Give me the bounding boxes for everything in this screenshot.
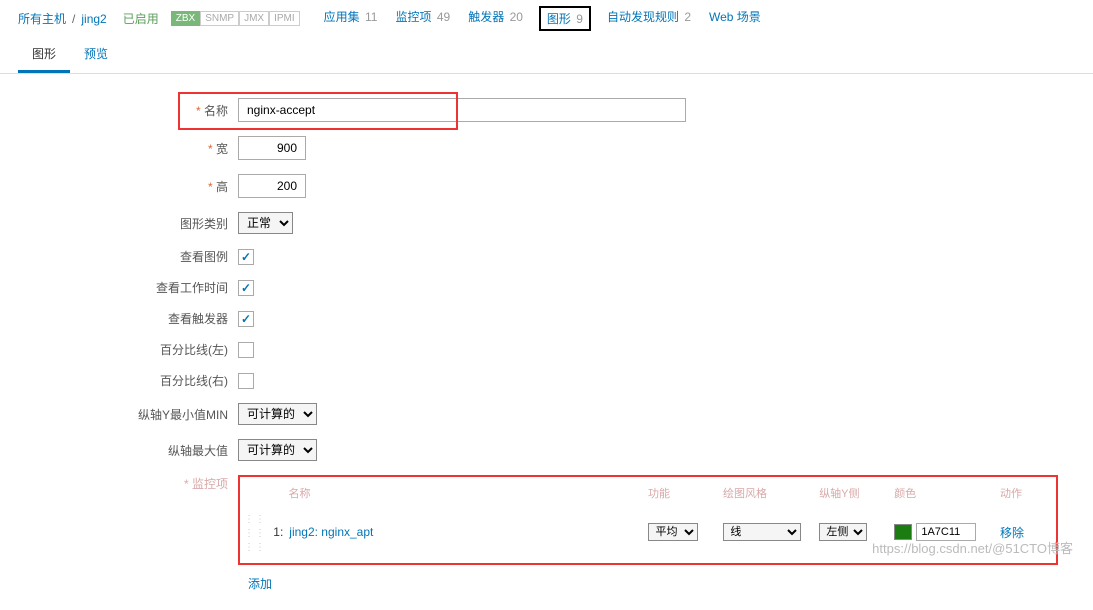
badge-ipmi: IPMI bbox=[269, 11, 300, 26]
checkbox-legend[interactable] bbox=[238, 249, 254, 265]
select-yaxis-side[interactable]: 左侧 bbox=[819, 523, 867, 541]
items-header: 名称 功能 绘图风格 纵轴Y侧 颜色 动作 bbox=[244, 481, 1048, 505]
select-graph-type[interactable]: 正常 bbox=[238, 212, 293, 234]
label-ymax: 纵轴最大值 bbox=[18, 442, 238, 459]
select-drawtype[interactable]: 线 bbox=[723, 523, 801, 541]
nav-discovery[interactable]: 自动发现规则 2 bbox=[607, 8, 691, 29]
checkbox-worktime[interactable] bbox=[238, 280, 254, 296]
graph-form: 名称 宽 高 图形类别 正常 查看图例 查看工作时间 查看触发器 百分比线(左) bbox=[0, 74, 1093, 610]
label-worktime: 查看工作时间 bbox=[18, 279, 238, 296]
header-color: 颜色 bbox=[894, 485, 1000, 501]
interface-badges: ZBX SNMP JMX IPMI bbox=[171, 11, 300, 26]
breadcrumb: 所有主机 / jing2 已启用 ZBX SNMP JMX IPMI 应用集 1… bbox=[0, 0, 1093, 37]
host-nav: 应用集 11 监控项 49 触发器 20 图形 9 自动发现规则 2 Web 场… bbox=[324, 8, 761, 29]
badge-snmp: SNMP bbox=[200, 11, 239, 26]
checkbox-pct-right[interactable] bbox=[238, 373, 254, 389]
nav-items[interactable]: 监控项 49 bbox=[395, 8, 450, 29]
nav-web[interactable]: Web 场景 bbox=[709, 8, 761, 29]
items-section: 监控项 名称 功能 绘图风格 纵轴Y侧 颜色 动作 ⋮⋮⋮⋮⋮⋮ 1: jing… bbox=[18, 475, 1075, 592]
breadcrumb-host[interactable]: jing2 bbox=[81, 12, 106, 26]
label-graph-type: 图形类别 bbox=[18, 215, 238, 232]
header-yaxis: 纵轴Y侧 bbox=[819, 485, 894, 501]
tabs: 图形 预览 bbox=[0, 37, 1093, 74]
nav-applications[interactable]: 应用集 11 bbox=[324, 8, 378, 29]
remove-link[interactable]: 移除 bbox=[1000, 526, 1024, 540]
select-ymax[interactable]: 可计算的 bbox=[238, 439, 317, 461]
nav-graphs[interactable]: 图形 9 bbox=[547, 12, 583, 26]
color-swatch[interactable] bbox=[894, 524, 912, 540]
nav-graphs-highlight: 图形 9 bbox=[539, 6, 591, 31]
label-ymin: 纵轴Y最小值MIN bbox=[18, 406, 238, 423]
item-name-link[interactable]: jing2: nginx_apt bbox=[289, 525, 373, 539]
label-view-triggers: 查看触发器 bbox=[18, 310, 238, 327]
breadcrumb-sep: / bbox=[72, 12, 75, 26]
breadcrumb-all-hosts[interactable]: 所有主机 bbox=[18, 10, 66, 27]
select-function[interactable]: 平均 bbox=[648, 523, 698, 541]
select-ymin[interactable]: 可计算的 bbox=[238, 403, 317, 425]
header-action: 动作 bbox=[1000, 485, 1048, 501]
checkbox-pct-left[interactable] bbox=[238, 342, 254, 358]
checkbox-triggers[interactable] bbox=[238, 311, 254, 327]
status-enabled: 已启用 bbox=[123, 10, 159, 27]
label-pct-left: 百分比线(左) bbox=[18, 341, 238, 358]
label-pct-right: 百分比线(右) bbox=[18, 372, 238, 389]
header-name: 名称 bbox=[288, 485, 648, 501]
nav-triggers[interactable]: 触发器 20 bbox=[468, 8, 523, 29]
label-height: 高 bbox=[18, 178, 238, 195]
label-width: 宽 bbox=[18, 140, 238, 157]
header-draw: 绘图风格 bbox=[723, 485, 819, 501]
table-row: ⋮⋮⋮⋮⋮⋮ 1: jing2: nginx_apt 平均 线 左侧 移除 bbox=[244, 505, 1048, 559]
drag-handle-icon[interactable]: ⋮⋮⋮⋮⋮⋮ bbox=[244, 514, 266, 553]
header-func: 功能 bbox=[648, 485, 723, 501]
tab-preview[interactable]: 预览 bbox=[70, 37, 122, 73]
badge-jmx: JMX bbox=[239, 11, 269, 26]
badge-zbx: ZBX bbox=[171, 11, 200, 26]
input-height[interactable] bbox=[238, 174, 306, 198]
input-width[interactable] bbox=[238, 136, 306, 160]
color-input[interactable] bbox=[916, 523, 976, 541]
add-item-link[interactable]: 添加 bbox=[238, 575, 272, 592]
label-items: 监控项 bbox=[18, 475, 238, 492]
label-legend: 查看图例 bbox=[18, 248, 238, 265]
row-index: 1: bbox=[266, 525, 289, 539]
tab-graph[interactable]: 图形 bbox=[18, 37, 70, 73]
items-table: 名称 功能 绘图风格 纵轴Y侧 颜色 动作 ⋮⋮⋮⋮⋮⋮ 1: jing2: n… bbox=[238, 475, 1058, 565]
input-name[interactable] bbox=[238, 98, 686, 122]
label-name: 名称 bbox=[18, 102, 238, 119]
